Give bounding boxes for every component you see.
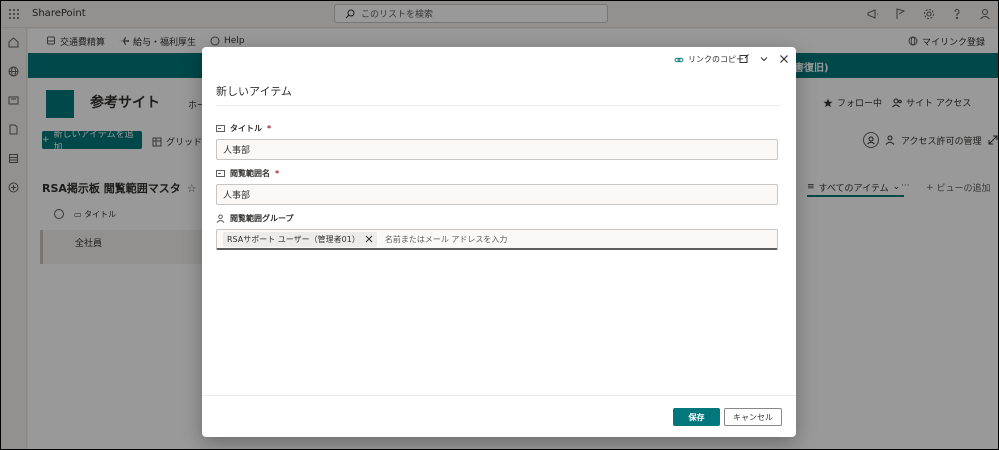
chevron-down-icon[interactable]: [758, 53, 770, 65]
close-icon[interactable]: [778, 53, 790, 65]
scope-name-field-label: 閲覧範囲名 *: [216, 167, 778, 179]
title-field-label: タイトル *: [216, 122, 778, 134]
dialog-divider: [216, 105, 780, 106]
title-input-value: 人事部: [223, 146, 251, 156]
required-marker: *: [275, 168, 280, 178]
person-pill[interactable]: RSAサポート ユーザー（管理者01）: [223, 231, 377, 247]
scope-group-label-text: 閲覧範囲グループ: [230, 213, 294, 223]
dialog-toolbar: リンクのコピー: [202, 47, 796, 71]
dialog-title: 新しいアイテム: [216, 85, 292, 98]
scope-group-field-label: 閲覧範囲グループ: [216, 212, 778, 224]
text-field-icon: [216, 169, 225, 177]
person-icon: [216, 214, 225, 223]
save-button[interactable]: 保存: [673, 408, 720, 426]
link-icon: [674, 57, 684, 62]
remove-icon[interactable]: [365, 235, 373, 243]
scope-group-field: 閲覧範囲グループ RSAサポート ユーザー（管理者01） 名前またはメール アド…: [216, 212, 778, 250]
scope-name-input[interactable]: 人事部: [216, 184, 778, 205]
text-field-icon: [216, 124, 225, 132]
copy-link-label: リンクのコピー: [688, 55, 744, 64]
cancel-button[interactable]: キャンセル: [724, 408, 782, 426]
person-pill-name: RSAサポート ユーザー（管理者01）: [227, 234, 360, 244]
scope-name-field: 閲覧範囲名 * 人事部: [216, 167, 778, 205]
required-marker: *: [267, 123, 272, 133]
scope-name-input-value: 人事部: [223, 191, 251, 201]
new-item-dialog: リンクのコピー 新しいアイテム タイトル * 人事部 閲覧範囲名 * 人事部 閲…: [202, 47, 796, 437]
title-input[interactable]: 人事部: [216, 139, 778, 160]
people-picker-input[interactable]: RSAサポート ユーザー（管理者01） 名前またはメール アドレスを入力: [216, 229, 778, 250]
dialog-footer: 保存 キャンセル: [202, 395, 796, 437]
edit-form-icon[interactable]: [738, 53, 750, 65]
title-field: タイトル * 人事部: [216, 122, 778, 160]
people-picker-placeholder: 名前またはメール アドレスを入力: [384, 234, 508, 244]
copy-link-button[interactable]: リンクのコピー: [674, 54, 744, 65]
scope-name-label-text: 閲覧範囲名: [230, 168, 270, 178]
title-label-text: タイトル: [230, 123, 262, 133]
